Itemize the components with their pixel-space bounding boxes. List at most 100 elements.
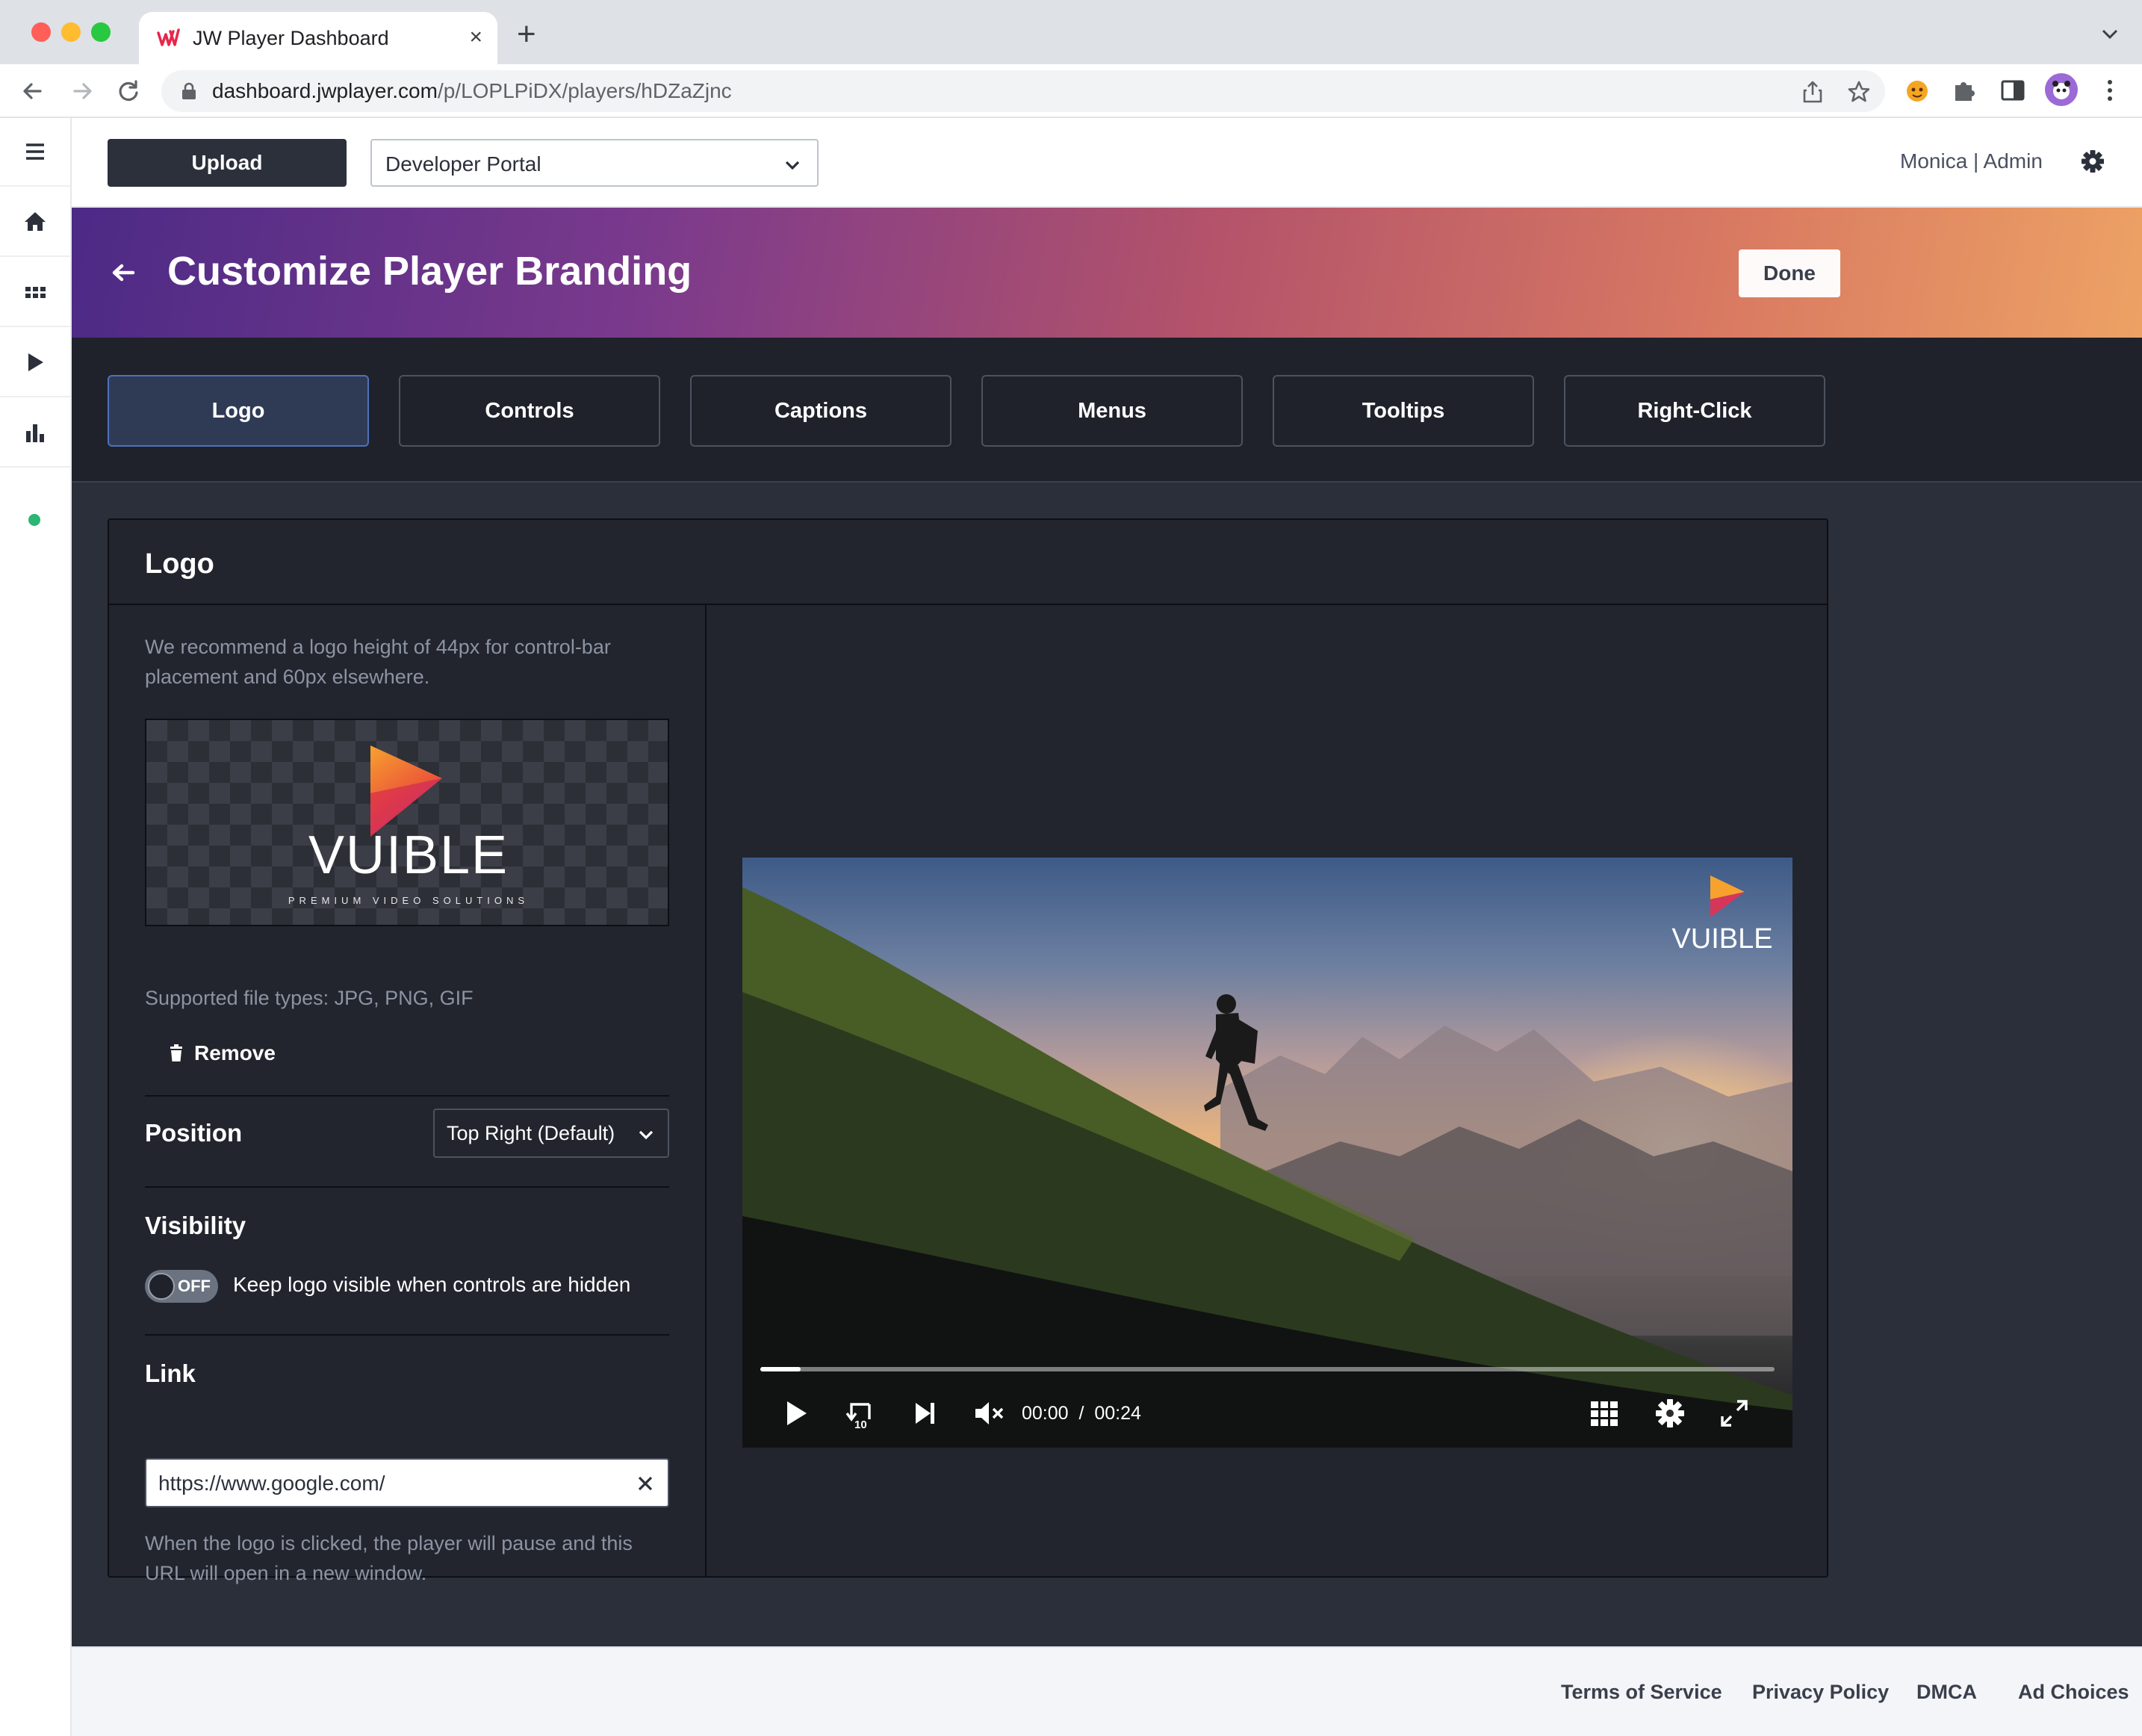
position-select[interactable]: Top Right (Default)	[433, 1109, 669, 1158]
footer-link-ad-choices[interactable]: Ad Choices	[2018, 1681, 2129, 1704]
footer-link-privacy[interactable]: Privacy Policy	[1752, 1681, 1889, 1704]
remove-logo-button[interactable]: Remove	[169, 1041, 276, 1065]
tab-controls[interactable]: Controls	[399, 375, 660, 447]
page-footer: Terms of Service Privacy Policy DMCA Ad …	[72, 1646, 2142, 1736]
link-field[interactable]	[145, 1458, 669, 1507]
tab-title: JW Player Dashboard	[193, 27, 389, 49]
window-zoom-button[interactable]	[91, 22, 111, 42]
tab-menus[interactable]: Menus	[981, 375, 1243, 447]
next-icon[interactable]	[908, 1397, 941, 1430]
position-select-value: Top Right (Default)	[447, 1122, 615, 1144]
browser-tab-strip: JW Player Dashboard × +	[0, 0, 2142, 64]
nav-apps[interactable]	[0, 258, 70, 327]
window-close-button[interactable]	[31, 22, 51, 42]
video-scene	[742, 887, 1792, 1448]
jwplayer-favicon-icon	[157, 28, 180, 46]
nav-home[interactable]	[0, 188, 70, 257]
extension-fox-icon[interactable]	[1903, 76, 1931, 105]
card-title: Logo	[145, 548, 214, 580]
logo-size-hint: We recommend a logo height of 44px for c…	[145, 636, 611, 688]
browser-menu-icon[interactable]	[2099, 76, 2121, 105]
share-icon[interactable]	[1800, 79, 1825, 105]
bookmark-star-icon[interactable]	[1846, 79, 1872, 105]
visibility-label: Visibility	[145, 1212, 246, 1239]
fullscreen-icon[interactable]	[1718, 1397, 1751, 1430]
supported-file-types: Supported file types: JPG, PNG, GIF	[145, 987, 474, 1009]
tab-tooltips[interactable]: Tooltips	[1273, 375, 1534, 447]
video-player-preview[interactable]: VUIBLE 10 00:00 / 00:24	[742, 858, 1792, 1448]
play-icon	[28, 353, 43, 371]
player-logo-wordmark: VUIBLE	[1671, 923, 1773, 955]
current-time: 00:00	[1022, 1403, 1069, 1424]
property-select-value: Developer Portal	[385, 152, 541, 176]
tab-close-icon[interactable]: ×	[469, 24, 482, 51]
panda-avatar-icon	[2052, 81, 2070, 99]
logo-wordmark: VUIBLE	[308, 825, 509, 885]
section-divider	[145, 1186, 669, 1188]
menu-icon	[26, 143, 44, 160]
property-select[interactable]: Developer Portal	[370, 139, 819, 187]
card-divider	[109, 604, 1827, 605]
home-icon	[25, 212, 46, 231]
address-bar[interactable]: dashboard.jwplayer.com/p/LOPLPiDX/player…	[161, 70, 1885, 112]
profile-avatar[interactable]	[2045, 73, 2078, 106]
tab-logo[interactable]: Logo	[108, 375, 369, 447]
clear-icon[interactable]	[635, 1473, 656, 1494]
logo-settings-card: Logo We recommend a logo height of 44px …	[108, 518, 1828, 1584]
player-logo-icon	[1710, 875, 1745, 917]
link-label: Link	[145, 1360, 196, 1387]
gear-icon[interactable]	[2079, 148, 2106, 175]
extensions-puzzle-icon[interactable]	[1951, 76, 1979, 105]
left-nav	[0, 118, 72, 1736]
page-title: Customize Player Branding	[167, 249, 692, 294]
settings-gear-icon[interactable]	[1654, 1397, 1686, 1430]
analytics-icon	[26, 424, 44, 442]
link-input[interactable]	[158, 1469, 621, 1498]
visibility-toggle-label: Keep logo visible when controls are hidd…	[233, 1273, 631, 1296]
grid-icon[interactable]	[1588, 1397, 1621, 1430]
toggle-state: OFF	[178, 1277, 211, 1295]
back-icon[interactable]	[18, 76, 48, 106]
upload-button[interactable]: Upload	[108, 139, 347, 187]
footer-link-terms[interactable]: Terms of Service	[1561, 1681, 1722, 1704]
status-indicator	[28, 514, 40, 526]
chevron-down-icon	[639, 1130, 654, 1140]
new-tab-button[interactable]: +	[517, 18, 536, 51]
apps-icon	[25, 287, 46, 298]
progress-fill	[760, 1367, 801, 1371]
back-arrow-icon[interactable]	[108, 257, 139, 288]
browser-toolbar: dashboard.jwplayer.com/p/LOPLPiDX/player…	[0, 64, 2142, 118]
mute-icon[interactable]	[972, 1397, 1005, 1430]
section-divider	[145, 1334, 669, 1336]
rewind-10-icon[interactable]: 10	[844, 1397, 877, 1430]
side-panel-icon[interactable]	[1999, 76, 2027, 105]
position-label: Position	[145, 1119, 243, 1147]
url-text: dashboard.jwplayer.com/p/LOPLPiDX/player…	[212, 79, 732, 102]
window-minimize-button[interactable]	[61, 22, 81, 42]
browser-tab[interactable]: JW Player Dashboard ×	[139, 12, 497, 64]
nav-menu-toggle[interactable]	[0, 118, 70, 187]
progress-bar[interactable]	[760, 1367, 1775, 1371]
user-menu[interactable]: Monica | Admin	[1900, 149, 2043, 173]
nav-players[interactable]	[0, 329, 70, 397]
page-banner: Customize Player Branding Done	[72, 208, 2142, 338]
visibility-toggle[interactable]: OFF	[145, 1270, 218, 1303]
logo-preview[interactable]: VUIBLE PREMIUM VIDEO SOLUTIONS	[145, 719, 669, 926]
branding-tabs: Logo Controls Captions Menus Tooltips Ri…	[72, 338, 2142, 483]
reload-icon[interactable]	[114, 76, 143, 106]
logo-tagline: PREMIUM VIDEO SOLUTIONS	[288, 895, 530, 906]
footer-link-dmca[interactable]: DMCA	[1916, 1681, 1977, 1704]
done-button[interactable]: Done	[1739, 249, 1840, 297]
remove-label: Remove	[194, 1041, 276, 1064]
nav-analytics[interactable]	[0, 399, 70, 468]
trash-icon	[170, 1044, 182, 1061]
main-content: Logo We recommend a logo height of 44px …	[72, 483, 2142, 1646]
player-logo-overlay[interactable]: VUIBLE	[1663, 869, 1782, 967]
tab-right-click[interactable]: Right-Click	[1564, 375, 1825, 447]
tab-search-chevron-icon[interactable]	[2099, 22, 2121, 45]
forward-icon[interactable]	[67, 76, 97, 106]
tab-captions[interactable]: Captions	[690, 375, 952, 447]
svg-text:10: 10	[854, 1419, 867, 1430]
play-icon[interactable]	[780, 1397, 813, 1430]
app-header: Upload Developer Portal Monica | Admin	[72, 118, 2142, 208]
